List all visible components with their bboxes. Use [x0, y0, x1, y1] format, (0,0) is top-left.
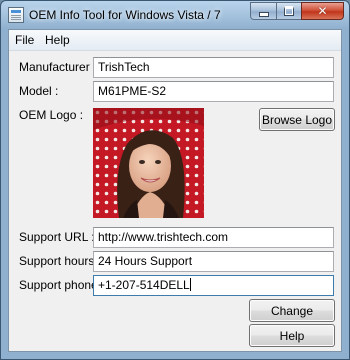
maximize-icon	[284, 6, 294, 16]
dialog-client-area: File Help Manufacturer : TrishTech Model…	[8, 29, 342, 352]
browse-logo-button[interactable]: Browse Logo	[259, 108, 335, 131]
text-caret	[189, 278, 191, 291]
change-button[interactable]: Change	[249, 299, 335, 322]
support-url-field[interactable]: http://www.trishtech.com	[93, 227, 334, 248]
manufacturer-field[interactable]: TrishTech	[93, 57, 334, 78]
support-hours-field[interactable]: 24 Hours Support	[93, 251, 334, 272]
caption-buttons: ✕	[250, 2, 344, 21]
main-window: OEM Info Tool for Windows Vista / 7 ✕ Fi…	[0, 0, 350, 360]
support-url-label: Support URL :	[19, 230, 95, 244]
model-label: Model :	[19, 84, 59, 98]
menu-bar: File Help	[9, 30, 341, 51]
support-phone-label: Support phone :	[19, 278, 105, 292]
support-phone-value: +1-207-514DELL	[98, 278, 190, 292]
minimize-icon	[258, 11, 269, 17]
model-field[interactable]: M61PME-S2	[93, 81, 334, 102]
help-button[interactable]: Help	[249, 324, 335, 347]
maximize-button[interactable]	[276, 2, 301, 20]
close-icon: ✕	[317, 4, 328, 18]
window-title: OEM Info Tool for Windows Vista / 7	[29, 8, 221, 22]
title-bar[interactable]: OEM Info Tool for Windows Vista / 7 ✕	[1, 1, 349, 29]
close-button[interactable]: ✕	[301, 2, 344, 20]
minimize-button[interactable]	[250, 2, 276, 20]
manufacturer-label: Manufacturer :	[19, 60, 97, 74]
support-phone-field[interactable]: +1-207-514DELL	[93, 275, 334, 296]
oem-logo-image	[93, 108, 204, 218]
support-hours-label: Support hours :	[19, 254, 102, 268]
oem-logo-label: OEM Logo :	[19, 108, 84, 122]
menu-help[interactable]: Help	[42, 33, 73, 47]
app-icon[interactable]	[8, 7, 24, 23]
menu-file[interactable]: File	[12, 33, 37, 47]
